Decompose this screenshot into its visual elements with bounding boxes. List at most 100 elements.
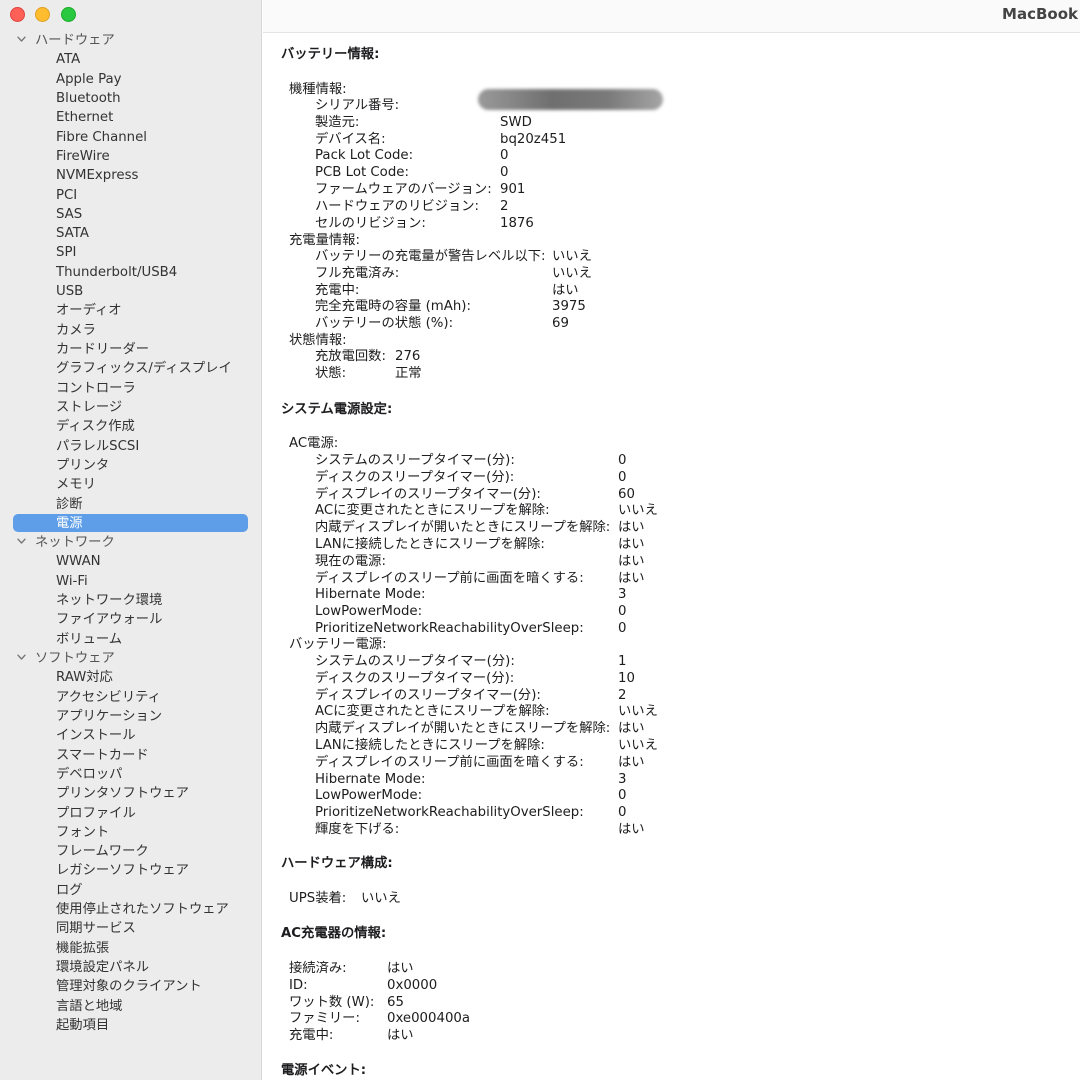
info-key: システムのスリープタイマー(分): [315,453,515,468]
info-key: LowPowerMode: [315,604,423,620]
sidebar-item[interactable]: FireWire [0,147,261,166]
chevron-down-icon[interactable] [17,538,26,546]
sidebar-item[interactable]: ディスク作成 [0,417,261,436]
minimize-window-button[interactable] [35,7,50,22]
sidebar-item[interactable]: Wi-Fi [0,572,261,591]
sidebar-item[interactable]: SPI [0,243,261,262]
info-value: 2 [618,687,627,703]
sidebar-item[interactable]: ログ [0,881,261,900]
sidebar-item-label: ボリューム [56,631,123,647]
sidebar-item[interactable]: メモリ [0,475,261,494]
sidebar-group[interactable]: ソフトウェア [0,649,261,668]
sidebar-item[interactable]: 使用停止されたソフトウェア [0,900,261,919]
info-key: 内蔵ディスプレイが開いたときにスリープを解除: [315,721,611,737]
sidebar-item[interactable]: レガシーソフトウェア [0,861,261,880]
sidebar-item[interactable]: ボリューム [0,630,261,649]
info-value: はい [618,822,645,837]
sidebar-item[interactable]: 機能拡張 [0,939,261,958]
sidebar-item[interactable]: SAS [0,205,261,224]
sidebar-item[interactable]: 同期サービス [0,919,261,938]
info-key: ディスプレイのスリープ前に画面を暗くする: [315,754,584,770]
sidebar-item[interactable]: SATA [0,224,261,243]
sidebar-item[interactable]: Fibre Channel [0,128,261,147]
sidebar-item[interactable]: カードリーダー [0,340,261,359]
sidebar-item[interactable]: パラレルSCSI [0,437,261,456]
info-key: PCB Lot Code: [315,165,409,181]
info-key: 完全充電時の容量 (mAh): [315,299,471,315]
sidebar-item[interactable]: グラフィックス/ディスプレイ [0,359,261,378]
sidebar-item[interactable]: プリンタ [0,456,261,475]
info-key: ディスプレイのスリープタイマー(分): [315,687,541,703]
sidebar-item[interactable]: カメラ [0,321,261,340]
sidebar-item[interactable]: インストール [0,726,261,745]
sidebar-group[interactable]: ネットワーク [0,533,261,552]
sidebar-item[interactable]: PCI [0,186,261,205]
info-value: 0 [618,621,627,636]
info-key: ACに変更されたときにスリープを解除: [315,503,550,519]
info-value: はい [552,282,579,298]
sidebar-item[interactable]: WWAN [0,552,261,571]
ups-value: いいえ [361,891,401,906]
info-key: ID: [289,977,308,993]
sidebar-item[interactable]: Ethernet [0,108,261,127]
sidebar-item[interactable]: 診断 [0,495,261,514]
chevron-down-icon[interactable] [17,36,26,44]
sidebar-item[interactable]: 起動項目 [0,1016,261,1035]
sidebar-item-label: PCI [56,187,78,203]
sidebar-item[interactable]: プリンタソフトウェア [0,784,261,803]
sidebar-item[interactable]: フレームワーク [0,842,261,861]
info-key: ディスクのスリープタイマー(分): [315,670,515,686]
info-key: ACに変更されたときにスリープを解除: [315,704,550,720]
sidebar-item[interactable]: ATA [0,50,261,69]
sidebar-tree: ハードウェア ATA Apple Pay Bluetooth Ethernet Fibre… [0,31,261,1035]
sidebar-item[interactable]: 環境設定パネル [0,958,261,977]
sidebar-item-selected[interactable]: 電源 [0,514,261,533]
sidebar-group-label: ソフトウェア [35,651,115,666]
sidebar-item-label: プリンタ [56,457,110,473]
power-section-title: システム電源設定: [281,402,393,417]
info-value: 0 [618,453,627,468]
battery-status-header: 状態情報: [289,333,347,348]
sidebar-item[interactable]: プロファイル [0,804,261,823]
sidebar-item[interactable]: 言語と地域 [0,997,261,1016]
zoom-window-button[interactable] [61,7,76,22]
info-key: システムのスリープタイマー(分): [315,654,515,669]
sidebar-item[interactable]: Bluetooth [0,89,261,108]
sidebar-item-label: 言語と地域 [56,998,123,1014]
sidebar-item-label: プリンタソフトウェア [56,786,189,802]
sidebar-item-label: 管理対象のクライアント [56,979,202,995]
sidebar-item[interactable]: デベロッパ [0,765,261,784]
sidebar-item[interactable]: ストレージ [0,398,261,417]
info-value: 60 [618,486,635,502]
sidebar-item[interactable]: Apple Pay [0,70,261,89]
sidebar-item-label: 機能拡張 [56,940,110,956]
sidebar-item-label: Apple Pay [56,71,122,87]
sidebar-item[interactable]: ファイアウォール [0,610,261,629]
sidebar-item[interactable]: コントローラ [0,379,261,398]
events-section-title: 電源イベント: [281,1063,367,1078]
close-window-button[interactable] [10,7,25,22]
sidebar-item-label: ネットワーク環境 [56,593,163,609]
sidebar-group-label: ハードウェア [35,33,115,48]
sidebar-item[interactable]: NVMExpress [0,166,261,185]
sidebar-item[interactable]: アクセシビリティ [0,688,261,707]
sidebar-item-label: SATA [56,226,89,242]
sidebar-item-label: 診断 [56,496,83,512]
sidebar-group[interactable]: ハードウェア [0,31,261,50]
info-value: 276 [395,349,421,364]
sidebar-item[interactable]: Thunderbolt/USB4 [0,263,261,282]
chevron-down-icon[interactable] [17,654,26,662]
sidebar-item[interactable]: USB [0,282,261,301]
sidebar-item[interactable]: RAW対応 [0,668,261,687]
sidebar-item[interactable]: オーディオ [0,301,261,320]
sidebar-item-label: グラフィックス/ディスプレイ [56,361,232,377]
sidebar-item[interactable]: ネットワーク環境 [0,591,261,610]
info-key: LANに接続したときにスリープを解除: [315,738,545,753]
sidebar-item[interactable]: 管理対象のクライアント [0,977,261,996]
info-value: SWD [500,114,532,130]
sidebar-item[interactable]: スマートカード [0,746,261,765]
sidebar-item[interactable]: フォント [0,823,261,842]
info-value: 0 [618,604,627,620]
sidebar-item[interactable]: アプリケーション [0,707,261,726]
info-value: 901 [500,182,526,197]
